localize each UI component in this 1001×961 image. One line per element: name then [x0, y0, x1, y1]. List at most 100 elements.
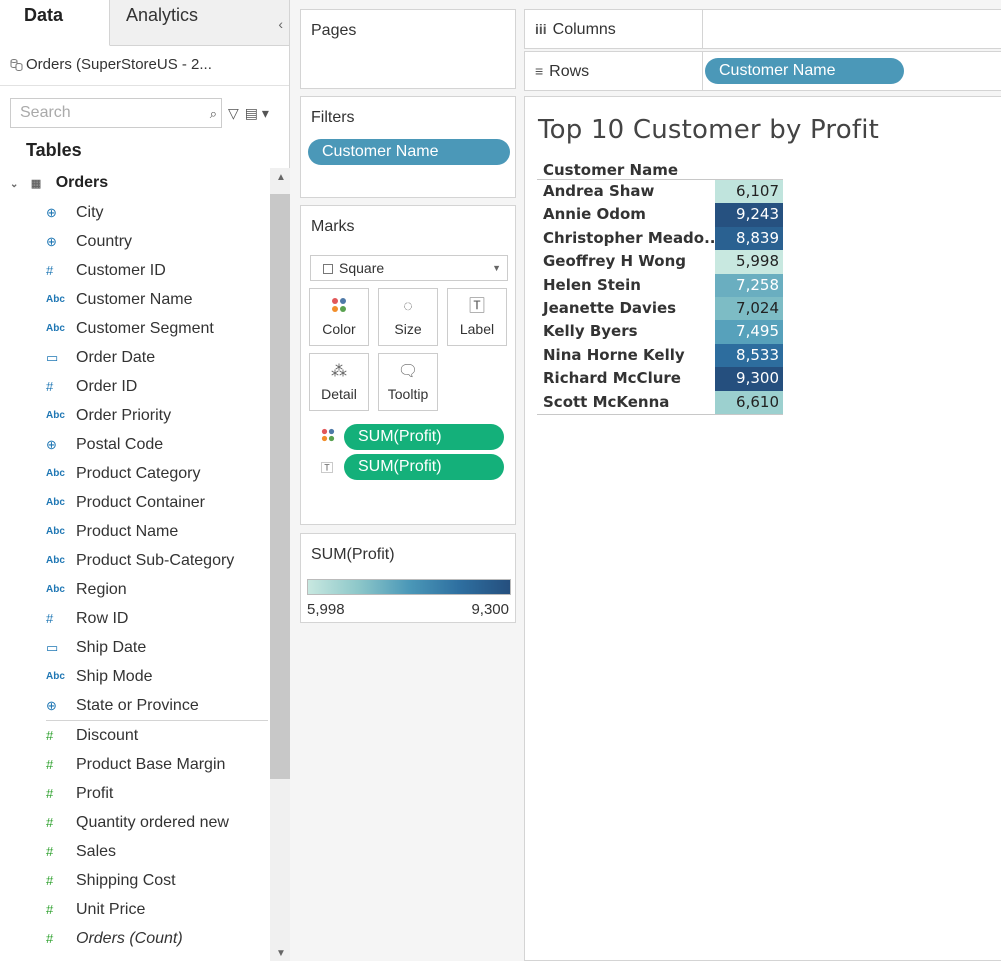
scroll-thumb[interactable] — [270, 194, 290, 779]
detail-button[interactable]: ⁂ Detail — [309, 353, 369, 411]
tab-data[interactable]: Data — [0, 0, 110, 46]
field-item[interactable]: # Orders (Count) — [0, 924, 268, 953]
filters-shelf[interactable]: Filters Customer Name — [300, 96, 516, 198]
field-name: Product Sub-Category — [76, 552, 235, 569]
field-item[interactable]: Abc Product Container — [0, 488, 268, 517]
pages-shelf[interactable]: Pages — [300, 9, 516, 89]
field-list: ⌄ ▦ Orders ⊕ City ⊕ Country # Customer ID Abc C… — [0, 168, 268, 961]
color-legend[interactable]: SUM(Profit) 5,998 9,300 — [300, 533, 516, 623]
number-icon: # — [46, 873, 54, 888]
profit-cell[interactable]: 6,610 — [715, 390, 783, 414]
table-row[interactable]: Helen Stein 7,258 — [537, 273, 783, 297]
table-item-orders[interactable]: ⌄ ▦ Orders — [0, 168, 268, 198]
tables-heading: Tables — [26, 140, 82, 160]
field-item[interactable]: Abc Region — [0, 575, 268, 604]
abc-icon: Abc — [46, 584, 65, 595]
field-item[interactable]: # Shipping Cost — [0, 866, 268, 895]
globe-icon: ⊕ — [46, 234, 57, 249]
table-row[interactable]: Annie Odom 9,243 — [537, 203, 783, 227]
field-item[interactable]: Abc Customer Segment — [0, 314, 268, 343]
field-item[interactable]: Abc Ship Mode — [0, 662, 268, 691]
profit-cell[interactable]: 7,495 — [715, 320, 783, 344]
table-bottom-border — [537, 414, 783, 415]
field-item[interactable]: # Unit Price — [0, 895, 268, 924]
globe-icon: ⊕ — [46, 205, 57, 220]
mark-type-dropdown[interactable]: Square ▼ — [310, 255, 508, 281]
label-icon: 🅃 — [321, 461, 334, 475]
tab-analytics[interactable]: Analytics — [110, 0, 260, 46]
data-pane: Data Analytics ‹ Orders (SuperStoreUS - … — [0, 0, 290, 961]
profit-cell[interactable]: 7,024 — [715, 296, 783, 321]
marks-title: Marks — [311, 218, 355, 235]
profit-cell[interactable]: 5,998 — [715, 250, 783, 274]
field-item[interactable]: # Customer ID — [0, 256, 268, 285]
field-name: Postal Code — [76, 436, 164, 453]
profit-cell[interactable]: 9,243 — [715, 203, 783, 227]
field-item[interactable]: Abc Product Category — [0, 459, 268, 488]
datasource-name: Orders (SuperStoreUS - 2... — [26, 56, 212, 73]
profit-cell[interactable]: 6,107 — [715, 180, 783, 204]
field-name: Customer ID — [76, 262, 166, 279]
color-pill-sum-profit[interactable]: SUM(Profit) — [344, 424, 504, 450]
table-row[interactable]: Richard McClure 9,300 — [537, 367, 783, 391]
table-row[interactable]: Jeanette Davies 7,024 — [537, 296, 783, 321]
field-item[interactable]: # Quantity ordered new — [0, 808, 268, 837]
profit-cell[interactable]: 7,258 — [715, 273, 783, 297]
measure-list: # Discount # Product Base Margin # Profit # Qua… — [0, 721, 268, 953]
chevron-down-icon[interactable]: ⌄ — [10, 179, 18, 190]
field-item[interactable]: ⊕ Postal Code — [0, 430, 268, 459]
field-item[interactable]: Abc Product Name — [0, 517, 268, 546]
field-item[interactable]: ▭ Ship Date — [0, 633, 268, 662]
field-item[interactable]: ⊕ Country — [0, 227, 268, 256]
table-row[interactable]: Kelly Byers 7,495 — [537, 320, 783, 344]
rows-pill-customer-name[interactable]: Customer Name — [705, 58, 904, 84]
search-input[interactable] — [11, 99, 181, 127]
color-button[interactable]: Color — [309, 288, 369, 346]
dimension-list: ⊕ City ⊕ Country # Customer ID Abc Customer Nam… — [0, 198, 268, 720]
legend-gradient — [307, 579, 511, 595]
field-item[interactable]: # Sales — [0, 837, 268, 866]
label-pill-sum-profit[interactable]: SUM(Profit) — [344, 454, 504, 480]
field-name: Shipping Cost — [76, 872, 176, 889]
search-box[interactable]: ⌕ — [10, 98, 222, 128]
field-item[interactable]: # Profit — [0, 779, 268, 808]
field-item[interactable]: # Discount — [0, 721, 268, 750]
field-item[interactable]: Abc Customer Name — [0, 285, 268, 314]
scroll-up-icon[interactable]: ▲ — [276, 172, 286, 183]
table-row[interactable]: Christopher Meado.. 8,839 — [537, 226, 783, 251]
scroll-down-icon[interactable]: ▼ — [276, 948, 286, 959]
customer-name-cell: Richard McClure — [543, 369, 681, 388]
field-item[interactable]: ⊕ City — [0, 198, 268, 227]
columns-shelf[interactable]: iii Columns — [524, 9, 1001, 49]
profit-cell[interactable]: 9,300 — [715, 367, 783, 391]
table-row[interactable]: Scott McKenna 6,610 — [537, 390, 783, 414]
filter-pill-customer-name[interactable]: Customer Name — [308, 139, 510, 165]
tooltip-button[interactable]: 🗨 Tooltip — [378, 353, 438, 411]
table-row[interactable]: Geoffrey H Wong 5,998 — [537, 250, 783, 274]
field-item[interactable]: ⊕ State or Province — [0, 691, 268, 720]
table-row[interactable]: Nina Horne Kelly 8,533 — [537, 343, 783, 368]
field-item[interactable]: Abc Product Sub-Category — [0, 546, 268, 575]
label-button[interactable]: 🅃 Label — [447, 288, 507, 346]
search-row: ⌕ ▽ ▤ ▾ — [10, 98, 278, 128]
field-item[interactable]: # Row ID — [0, 604, 268, 633]
rows-shelf[interactable]: ≡ Rows Customer Name — [524, 51, 1001, 91]
field-item[interactable]: # Order ID — [0, 372, 268, 401]
viz-title: Top 10 Customer by Profit — [538, 115, 880, 145]
field-item[interactable]: ▭ Order Date — [0, 343, 268, 372]
filter-icon[interactable]: ▽ — [228, 105, 239, 122]
search-icon[interactable]: ⌕ — [210, 106, 217, 122]
collapse-pane-icon[interactable]: ‹ — [278, 16, 283, 32]
field-item[interactable]: # Product Base Margin — [0, 750, 268, 779]
field-name: Order ID — [76, 378, 138, 395]
number-icon: # — [46, 611, 54, 626]
view-options-icon[interactable]: ▤ ▾ — [245, 105, 269, 122]
table-row[interactable]: Andrea Shaw 6,107 — [537, 180, 783, 204]
field-list-scrollbar[interactable]: ▲ ▼ — [270, 168, 290, 961]
field-name: Orders (Count) — [76, 930, 183, 947]
profit-cell[interactable]: 8,839 — [715, 226, 783, 251]
profit-cell[interactable]: 8,533 — [715, 343, 783, 368]
field-item[interactable]: Abc Order Priority — [0, 401, 268, 430]
size-button[interactable]: ◌ Size — [378, 288, 438, 346]
datasource-item[interactable]: Orders (SuperStoreUS - 2... — [0, 46, 289, 86]
